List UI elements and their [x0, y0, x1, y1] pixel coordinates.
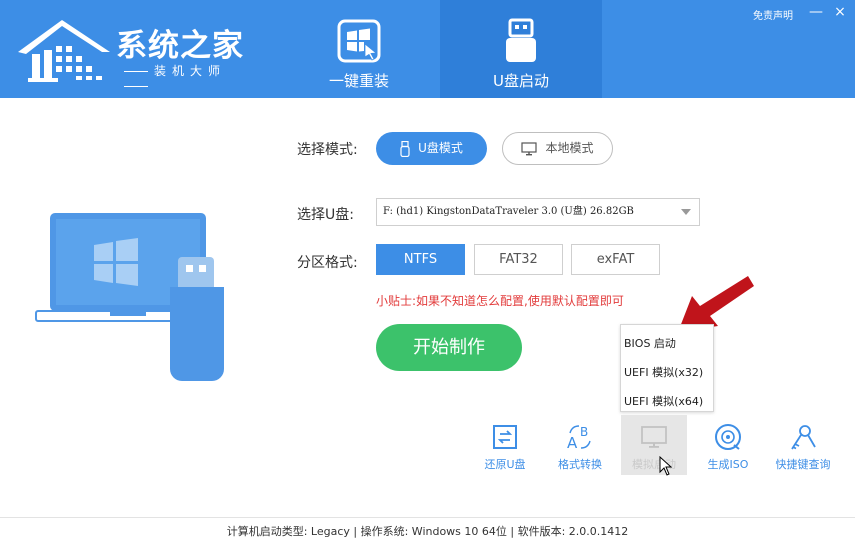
menu-item-uefi-x64[interactable]: UEFI 模拟(x64): [624, 393, 703, 409]
tab-usb-boot[interactable]: U盘启动: [440, 0, 602, 98]
usb-mode-button[interactable]: U盘模式: [376, 132, 487, 165]
tool-label: 快捷键查询: [775, 458, 831, 471]
usb-label: 选择U盘:: [297, 207, 354, 223]
monitor-icon: [521, 141, 538, 155]
format-convert-icon: A B: [567, 425, 591, 451]
brand-logo: 系统之家 装机大师: [14, 10, 254, 88]
tool-restore-usb[interactable]: 还原U盘: [472, 415, 538, 475]
partition-ntfs-button[interactable]: NTFS: [376, 244, 465, 275]
usb-mode-label: U盘模式: [418, 141, 463, 155]
svg-text:A: A: [567, 434, 578, 451]
house-logo-icon: [18, 20, 110, 82]
mode-label: 选择模式:: [297, 142, 358, 158]
shortcut-key-icon: [791, 425, 816, 450]
brand-subtitle-text: 装机大师: [154, 64, 227, 78]
boot-mode-menu: BIOS 启动 UEFI 模拟(x32) UEFI 模拟(x64): [620, 324, 714, 412]
tab-label: U盘启动: [493, 72, 549, 90]
tool-simulate-boot[interactable]: 模拟启动: [621, 415, 687, 475]
tip-text: 小贴士:如果不知道怎么配置,使用默认配置即可: [376, 294, 624, 308]
tab-label: 一键重装: [328, 72, 389, 90]
mouse-cursor-icon: [659, 456, 673, 476]
brand-title: 系统之家: [116, 28, 244, 64]
partition-fat32-button[interactable]: FAT32: [474, 244, 563, 275]
usb-device-select[interactable]: F: (hd1) KingstonDataTraveler 3.0 (U盘) 2…: [376, 198, 700, 226]
tool-shortcut-query[interactable]: 快捷键查询: [770, 415, 836, 475]
usb-drive-icon: [506, 18, 536, 62]
local-mode-button[interactable]: 本地模式: [502, 132, 613, 165]
partition-exfat-button[interactable]: exFAT: [571, 244, 660, 275]
windows-cursor-icon: [337, 19, 381, 63]
tool-generate-iso[interactable]: 生成ISO: [695, 415, 761, 475]
tool-format-convert[interactable]: A B 格式转换: [547, 415, 613, 475]
close-button[interactable]: ×: [832, 4, 848, 20]
disclaimer-link[interactable]: 免责声明: [753, 7, 793, 22]
partition-label: 分区格式:: [297, 255, 358, 271]
menu-item-uefi-x32[interactable]: UEFI 模拟(x32): [624, 364, 703, 380]
footer-divider: [0, 517, 855, 518]
restore-icon: [493, 425, 517, 449]
tool-label: 生成ISO: [707, 458, 749, 471]
status-footer: 计算机启动类型: Legacy | 操作系统: Windows 10 64位 |…: [226, 525, 629, 538]
usb-icon: [400, 140, 410, 157]
laptop-usb-illustration: [35, 213, 224, 381]
iso-disc-icon: [715, 424, 741, 450]
minimize-button[interactable]: —: [808, 4, 824, 20]
simulate-boot-icon: [641, 426, 667, 448]
local-mode-label: 本地模式: [545, 141, 594, 155]
start-button[interactable]: 开始制作: [376, 324, 522, 371]
brand-subtitle: 装机大师: [118, 62, 254, 93]
tool-label: 还原U盘: [484, 458, 526, 471]
usb-device-value: F: (hd1) KingstonDataTraveler 3.0 (U盘) 2…: [383, 206, 634, 217]
chevron-down-icon: [681, 209, 691, 215]
header-bar: 系统之家 装机大师 一键重装 U盘启动 免责声明 — ×: [0, 0, 855, 98]
svg-text:B: B: [580, 425, 588, 439]
tab-one-click-reinstall[interactable]: 一键重装: [278, 0, 440, 98]
menu-item-bios[interactable]: BIOS 启动: [624, 335, 676, 351]
